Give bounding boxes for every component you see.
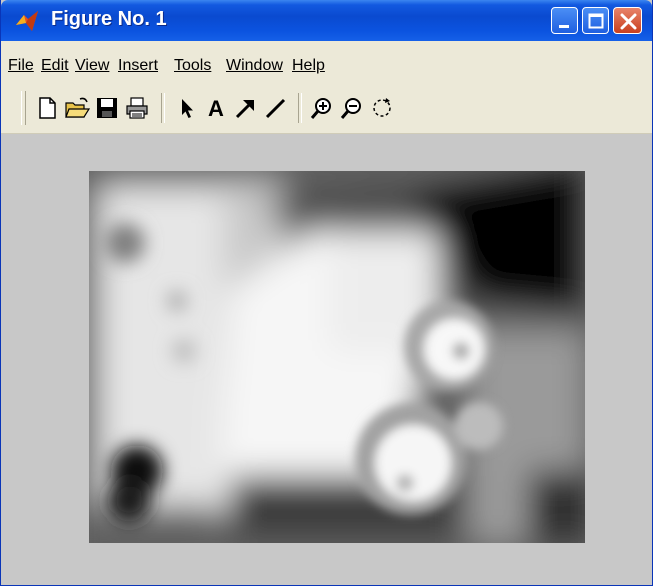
close-button[interactable] [613,7,642,34]
rotate-3d-icon [373,98,391,117]
maximize-icon [588,13,604,29]
window-title: Figure No. 1 [51,8,167,30]
minimize-icon [559,25,569,28]
title-bar[interactable]: Figure No. 1 [1,0,652,41]
zoom-out-icon [340,98,361,119]
menu-help[interactable]: Help [292,57,325,75]
menu-view[interactable]: View [75,57,109,75]
toolbar-separator [161,93,165,123]
zoom-in-button[interactable] [309,95,335,121]
menu-insert[interactable]: Insert [118,57,158,75]
matlab-logo-icon [14,9,40,33]
insert-arrow-icon [235,99,255,119]
print-button[interactable] [124,95,150,121]
menu-bar: File Edit View Insert Tools Window Help [1,41,652,83]
close-icon [620,13,637,30]
new-figure-button[interactable] [34,95,60,121]
insert-line-icon [265,98,286,119]
insert-text-icon: A [208,96,224,121]
blurred-photo-image [89,171,585,543]
figure-toolbar: A [1,83,652,134]
menu-tools[interactable]: Tools [174,57,211,75]
open-file-button[interactable] [64,95,90,121]
edit-plot-button[interactable] [173,95,199,121]
insert-line-button[interactable] [263,95,289,121]
figure-window: Figure No. 1 File Edit View Insert Tools… [0,0,653,586]
new-figure-icon [39,97,56,119]
save-icon [97,98,117,118]
menu-window[interactable]: Window [226,57,283,75]
menu-edit[interactable]: Edit [41,57,69,75]
svg-text:A: A [208,96,224,121]
maximize-button[interactable] [582,7,609,34]
insert-text-button[interactable]: A [203,95,229,121]
edit-plot-arrow-icon [182,99,193,118]
save-button[interactable] [94,95,120,121]
toolbar-separator [298,93,302,123]
zoom-in-icon [310,98,331,119]
toolbar-grip[interactable] [21,91,26,125]
image-axes[interactable] [89,171,585,543]
insert-arrow-button[interactable] [233,95,259,121]
minimize-button[interactable] [551,7,578,34]
menu-file[interactable]: File [8,57,34,75]
print-icon [126,97,148,119]
zoom-out-button[interactable] [339,95,365,121]
rotate-3d-button[interactable] [369,95,395,121]
open-file-icon [65,97,90,118]
